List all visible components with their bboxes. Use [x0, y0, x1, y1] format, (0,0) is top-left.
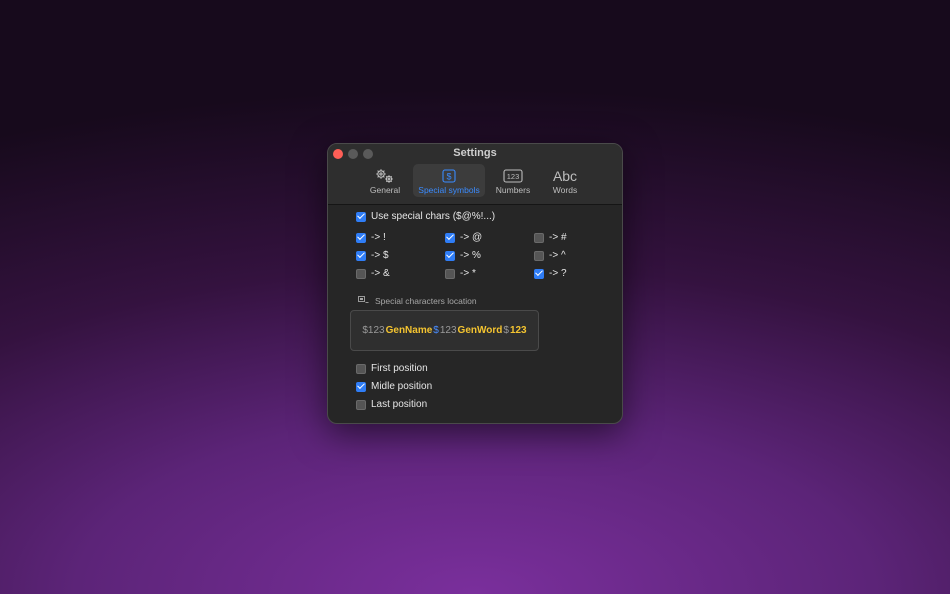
checkbox[interactable]: [534, 232, 544, 243]
symbol-question-checkbox[interactable]: -> ?: [534, 268, 567, 279]
checkbox-label: -> #: [549, 232, 567, 243]
preview-segment: GenName: [385, 325, 433, 336]
checkbox[interactable]: [534, 250, 544, 261]
checkbox-label: Midle position: [371, 381, 433, 392]
symbol-ampersand-checkbox[interactable]: -> &: [356, 268, 390, 279]
tab-general[interactable]: General: [361, 164, 409, 197]
preview-segment: 123: [439, 325, 457, 336]
checkbox[interactable]: [356, 363, 366, 374]
symbol-asterisk-checkbox[interactable]: -> *: [445, 268, 476, 279]
svg-text:$: $: [446, 172, 451, 182]
tab-label: General: [369, 185, 401, 195]
symbol-dollar-checkbox[interactable]: -> $: [356, 250, 389, 261]
checkbox[interactable]: [356, 381, 366, 392]
tab-words[interactable]: Abc Words: [541, 164, 589, 197]
symbol-hash-checkbox[interactable]: -> #: [534, 232, 567, 243]
checkbox-label: -> %: [460, 250, 481, 261]
location-preview: $123 GenName $ 123 GenWord $ 123: [350, 310, 539, 351]
last-position-checkbox[interactable]: Last position: [356, 399, 427, 410]
preview-segment: $123: [362, 325, 385, 336]
toolbar-tabs: General $ Special symbols 123 Numbers Ab…: [328, 164, 622, 197]
settings-window: Settings General $ Special symbols 123 N…: [327, 143, 623, 424]
gears-icon: [373, 167, 397, 185]
tab-label: Numbers: [495, 185, 531, 195]
section-label-text: Special characters location: [375, 296, 477, 306]
checkbox[interactable]: [445, 268, 455, 279]
preview-segment: 123: [509, 325, 527, 336]
location-section-label: Special characters location: [358, 296, 477, 306]
tab-numbers[interactable]: 123 Numbers: [489, 164, 537, 197]
numbers-123-icon: 123: [502, 167, 524, 185]
svg-text:123: 123: [507, 172, 520, 181]
checkbox[interactable]: [356, 250, 366, 261]
checkbox[interactable]: [445, 232, 455, 243]
checkbox-label: -> *: [460, 268, 476, 279]
symbol-caret-checkbox[interactable]: -> ^: [534, 250, 566, 261]
symbol-at-checkbox[interactable]: -> @: [445, 232, 482, 243]
checkbox-label: Use special chars ($@%!...): [371, 211, 496, 222]
checkbox[interactable]: [356, 268, 366, 279]
tab-label: Words: [552, 185, 578, 195]
checkbox[interactable]: [445, 250, 455, 261]
tab-special-symbols[interactable]: $ Special symbols: [413, 164, 485, 197]
checkbox[interactable]: [356, 211, 366, 222]
checkbox-label: -> ^: [549, 250, 566, 261]
use-special-chars-checkbox[interactable]: Use special chars ($@%!...): [356, 211, 495, 222]
checkbox[interactable]: [356, 399, 366, 410]
dollar-square-icon: $: [441, 167, 457, 185]
preview-segment: $: [503, 325, 509, 336]
checkbox-label: Last position: [371, 399, 428, 410]
location-icon: [358, 296, 369, 306]
symbol-exclamation-checkbox[interactable]: -> !: [356, 232, 386, 243]
checkbox-label: -> ?: [549, 268, 567, 279]
abc-icon: Abc: [552, 168, 578, 184]
checkbox-label: First position: [371, 363, 428, 374]
preview-segment: GenWord: [457, 325, 503, 336]
checkbox-label: -> $: [371, 250, 389, 261]
middle-position-checkbox[interactable]: Midle position: [356, 381, 432, 392]
checkbox-label: -> @: [460, 232, 483, 243]
symbol-percent-checkbox[interactable]: -> %: [445, 250, 481, 261]
titlebar: Settings General $ Special symbols 123 N…: [328, 144, 622, 205]
checkbox-label: -> !: [371, 232, 386, 243]
window-title: Settings: [453, 147, 497, 159]
preview-segment: $: [433, 325, 439, 336]
checkbox-label: -> &: [371, 268, 390, 279]
tab-label: Special symbols: [418, 185, 480, 195]
checkbox[interactable]: [356, 232, 366, 243]
first-position-checkbox[interactable]: First position: [356, 363, 428, 374]
checkbox[interactable]: [534, 268, 544, 279]
